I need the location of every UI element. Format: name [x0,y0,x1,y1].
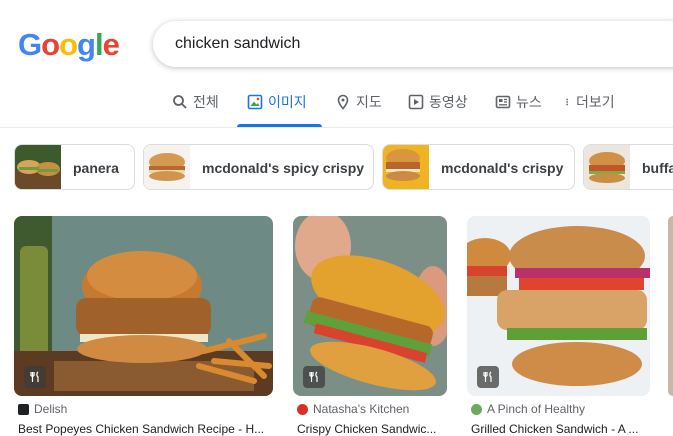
recipe-badge [477,366,499,388]
header-divider [0,127,673,128]
utensils-icon [483,371,492,382]
source-name: Natasha's Kitchen [313,402,410,416]
tab-label: 이미지 [268,94,307,110]
search-icon [173,95,187,109]
related-chip-spicy-crispy[interactable]: mcdonald's spicy crispy [143,144,374,190]
news-icon [495,95,511,109]
tab-label: 전체 [193,94,219,110]
result-title[interactable]: Best Popeyes Chicken Sandwich Recipe - H… [18,422,273,436]
result-image [14,216,273,396]
tab-label: 더보기 [576,94,615,110]
logo-letter: g [77,27,96,62]
tab-label: 동영상 [429,94,468,110]
tab-videos[interactable]: 동영상 [408,92,468,127]
utensils-icon [309,371,318,382]
result-source[interactable]: A Pinch of Healthy [471,402,585,416]
chip-thumbnail [584,145,630,189]
source-name: Delish [34,402,68,416]
pinch-of-healthy-favicon [471,403,482,415]
related-chip-panera[interactable]: panera [14,144,135,190]
image-result[interactable] [293,216,447,396]
image-result[interactable] [467,216,650,396]
result-source[interactable]: Natasha's Kitchen [297,402,409,416]
recipe-badge [24,366,46,388]
tab-label: 지도 [356,94,382,110]
related-chip-crispy[interactable]: mcdonald's crispy [382,144,575,190]
logo-letter: G [18,27,42,62]
tab-more[interactable]: 더보기 [564,92,615,127]
google-logo[interactable]: Google [18,27,120,63]
image-result-partial[interactable] [668,216,673,396]
recipe-badge [303,366,325,388]
chip-label: buffa [642,160,673,176]
logo-letter: e [102,27,120,62]
utensils-icon [30,371,39,382]
tab-all[interactable]: 전체 [172,92,219,127]
chip-label: panera [73,160,119,176]
chip-thumbnail [144,145,190,189]
chip-thumbnail [15,145,61,189]
image-result[interactable] [14,216,273,396]
logo-letter: l [94,27,104,62]
chip-label: mcdonald's crispy [441,160,564,176]
related-chip-buffalo[interactable]: buffa [583,144,673,190]
source-name: A Pinch of Healthy [487,402,586,416]
chip-thumbnail [383,145,429,189]
logo-letter: o [41,27,60,62]
result-source[interactable]: Delish [18,402,67,416]
play-icon [408,94,424,110]
more-vert-icon [566,98,568,106]
logo-letter: o [59,27,78,62]
search-input[interactable]: chicken sandwich [175,35,300,53]
delish-favicon [18,403,29,415]
tab-images[interactable]: 이미지 [247,92,307,127]
search-box[interactable]: chicken sandwich [153,21,673,67]
map-pin-icon [337,94,349,110]
result-title[interactable]: Crispy Chicken Sandwic... [297,422,447,436]
natashas-kitchen-favicon [297,403,308,415]
tab-news[interactable]: 뉴스 [495,92,542,127]
chip-label: mcdonald's spicy crispy [202,160,365,176]
tab-maps[interactable]: 지도 [335,92,382,127]
tab-label: 뉴스 [516,94,542,110]
result-title[interactable]: Grilled Chicken Sandwich - A ... [471,422,651,436]
image-icon [247,94,263,110]
